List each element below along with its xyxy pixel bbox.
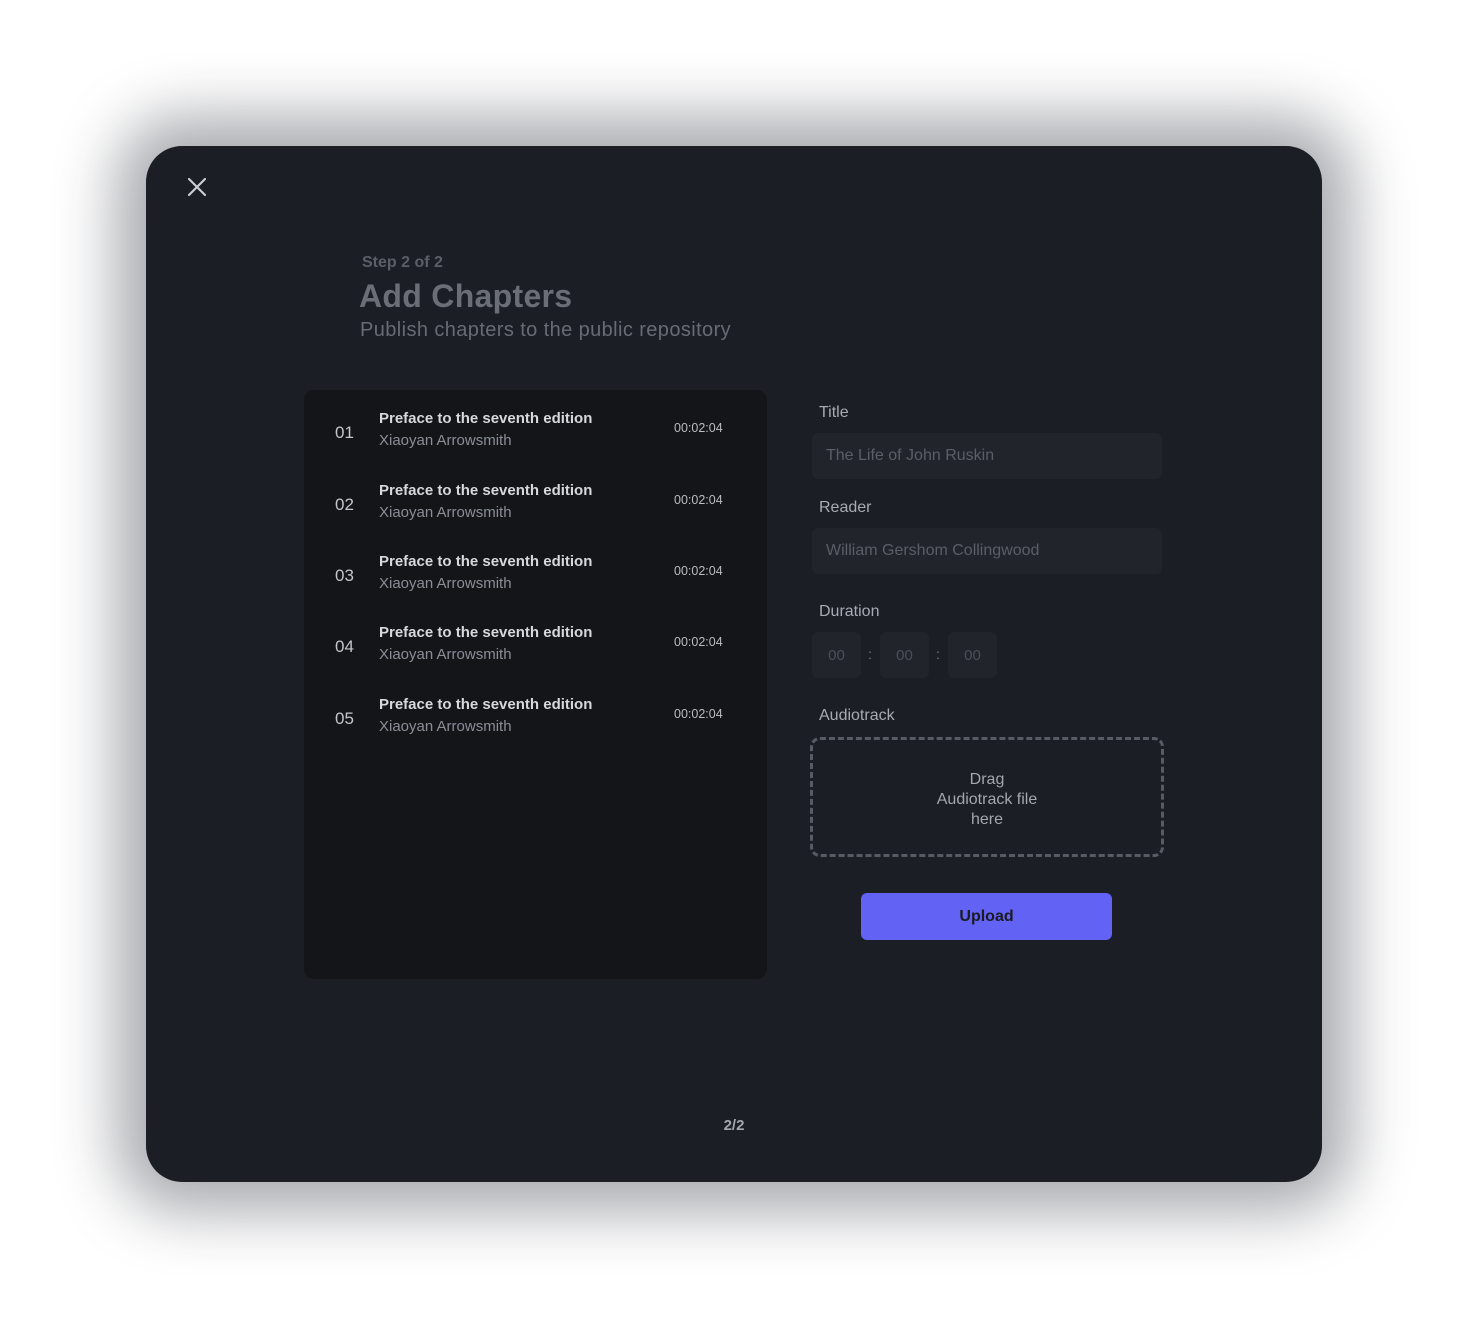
chapter-number: 04: [335, 637, 354, 656]
dropzone-text: Drag Audiotrack file here: [813, 770, 1161, 830]
title-input[interactable]: [812, 433, 1162, 479]
chapter-number: 01: [335, 423, 354, 442]
chapter-list: 01 Preface to the seventh edition Xiaoya…: [304, 390, 767, 979]
reader-label: Reader: [819, 499, 872, 516]
dropzone-text-line: Drag: [969, 771, 1005, 788]
chapter-duration: 00:02:04: [674, 707, 723, 721]
page-indicator: 2/2: [723, 1117, 745, 1134]
duration-minutes-input[interactable]: [880, 632, 929, 678]
chapter-number: 05: [335, 709, 354, 728]
dropzone-text-line: Audiotrack file: [936, 791, 1038, 808]
chapter-duration: 00:02:04: [674, 564, 723, 578]
page-subtitle: Publish chapters to the public repositor…: [360, 319, 732, 341]
close-button[interactable]: [182, 172, 212, 202]
chapter-title: Preface to the seventh edition: [379, 696, 593, 713]
chapter-title: Preface to the seventh edition: [379, 624, 593, 641]
chapter-reader: Xiaoyan Arrowsmith: [379, 718, 512, 735]
chapter-number: 03: [335, 566, 354, 585]
dropzone-text-line: here: [970, 811, 1004, 828]
reader-input[interactable]: [812, 528, 1162, 574]
duration-hours-input[interactable]: [812, 632, 861, 678]
title-label: Title: [819, 404, 849, 421]
add-chapters-modal: Step 2 of 2 Add Chapters Publish chapter…: [146, 146, 1322, 1182]
list-item[interactable]: 04 Preface to the seventh edition Xiaoya…: [304, 624, 767, 678]
upload-button[interactable]: Upload: [861, 893, 1112, 940]
list-item[interactable]: 05 Preface to the seventh edition Xiaoya…: [304, 696, 767, 750]
chapter-reader: Xiaoyan Arrowsmith: [379, 575, 512, 592]
audiotrack-dropzone[interactable]: Drag Audiotrack file here: [810, 737, 1164, 857]
chapter-duration: 00:02:04: [674, 421, 723, 435]
list-item[interactable]: 03 Preface to the seventh edition Xiaoya…: [304, 553, 767, 607]
audiotrack-label: Audiotrack: [819, 707, 895, 724]
chapter-reader: Xiaoyan Arrowsmith: [379, 646, 512, 663]
page-title: Add Chapters: [359, 278, 573, 314]
close-icon: [187, 177, 207, 197]
list-item[interactable]: 01 Preface to the seventh edition Xiaoya…: [304, 410, 767, 464]
duration-seconds-input[interactable]: [948, 632, 997, 678]
chapter-title: Preface to the seventh edition: [379, 553, 593, 570]
chapter-title: Preface to the seventh edition: [379, 482, 593, 499]
duration-label: Duration: [819, 603, 880, 620]
chapter-number: 02: [335, 495, 354, 514]
chapter-title: Preface to the seventh edition: [379, 410, 593, 427]
chapter-reader: Xiaoyan Arrowsmith: [379, 432, 512, 449]
duration-separator: :: [868, 646, 872, 662]
list-item[interactable]: 02 Preface to the seventh edition Xiaoya…: [304, 482, 767, 536]
chapter-reader: Xiaoyan Arrowsmith: [379, 504, 512, 521]
chapter-duration: 00:02:04: [674, 635, 723, 649]
chapter-duration: 00:02:04: [674, 493, 723, 507]
step-indicator: Step 2 of 2: [362, 254, 443, 271]
duration-separator: :: [936, 646, 940, 662]
